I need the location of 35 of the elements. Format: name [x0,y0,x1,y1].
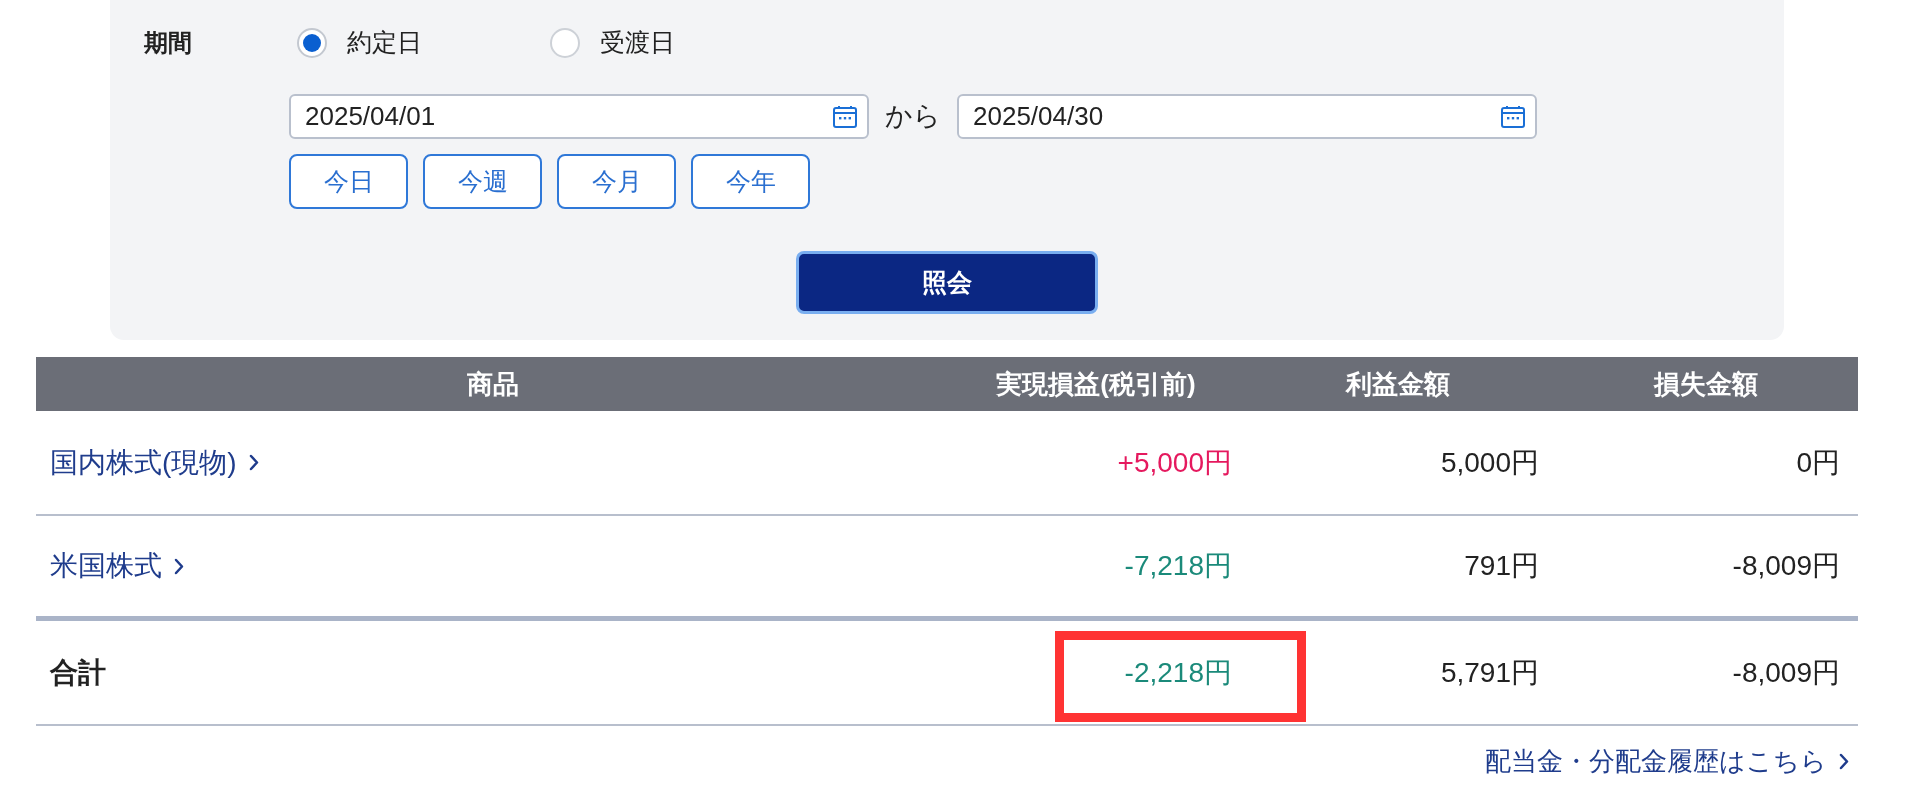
radio-button[interactable] [550,28,580,58]
period-label: 期間 [144,28,192,58]
calendar-icon[interactable] [833,105,857,128]
table-cell-text: +5,000円 [1116,445,1233,480]
history-link[interactable]: 配当金・分配金履歴はこちら [1485,742,1849,781]
preset-button[interactable]: 今週 [423,154,542,209]
table-cell-text: -2,218円 [1123,655,1233,690]
search-button[interactable]: 照会 [796,251,1098,314]
column-header: 損失金額 [1652,367,1759,401]
date-field[interactable]: 2025/04/01 [289,94,869,139]
preset-button[interactable]: 今月 [557,154,676,209]
chevron-right-icon [248,454,259,471]
chevron-right-icon [1839,753,1849,770]
table-cell-text: 5,791円 [1439,655,1540,690]
column-header: 利益金額 [1344,367,1451,401]
radio-label[interactable]: 約定日 [347,24,422,62]
date-field[interactable]: 2025/04/30 [957,94,1537,139]
table-cell-text: -8,009円 [1731,655,1841,690]
product-link[interactable]: 米国株式 [50,545,184,587]
table-cell-text: -8,009円 [1731,549,1841,583]
table-cell-text: 5,000円 [1439,445,1540,480]
preset-button[interactable]: 今年 [691,154,810,209]
range-separator: から [885,100,941,134]
chevron-right-icon [174,557,184,575]
preset-button[interactable]: 今日 [289,154,408,209]
calendar-icon[interactable] [1501,105,1525,128]
total-label: 合計 [50,655,106,690]
column-header: 実現損益(税引前) [995,367,1197,401]
table-cell-text: 0円 [1795,445,1841,480]
radio-button[interactable] [297,28,327,58]
product-link[interactable]: 国内株式(現物) [50,441,259,484]
radio-label[interactable]: 受渡日 [600,24,675,62]
column-header: 商品 [466,367,520,401]
table-cell-text: 791円 [1463,549,1540,583]
table-cell-text: -7,218円 [1123,549,1233,583]
